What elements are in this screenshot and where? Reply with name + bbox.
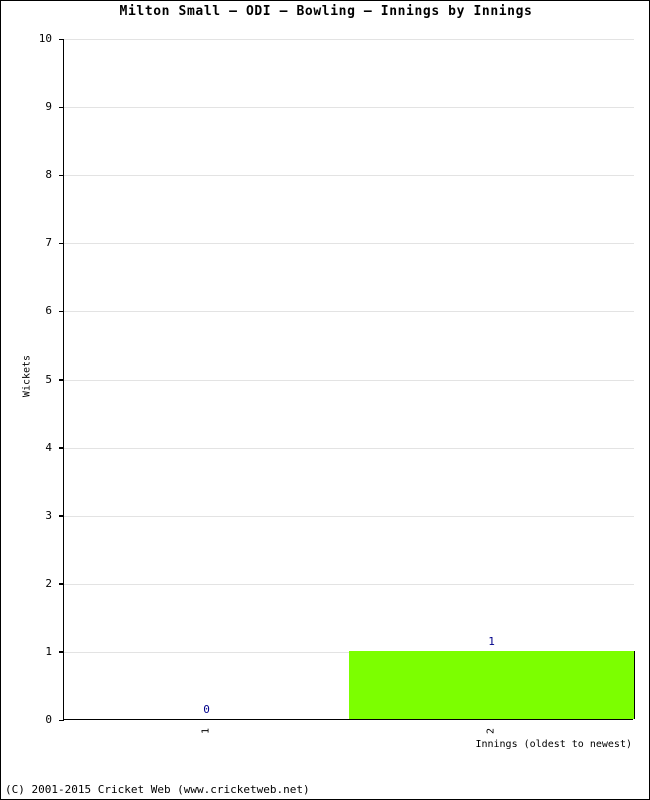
y-axis-tick-label: 9 xyxy=(45,100,52,114)
bar: 0 xyxy=(64,38,349,719)
x-axis-tick: 1 xyxy=(200,723,211,747)
y-axis-tick-label: 2 xyxy=(45,576,52,590)
bar-rect xyxy=(349,650,635,719)
y-axis-tick-label: 10 xyxy=(38,32,52,45)
x-axis-title: Innings (oldest to newest) xyxy=(475,739,632,750)
footer-copyright: (C) 2001-2015 Cricket Web (www.cricketwe… xyxy=(5,783,310,796)
chart-page: Milton Small – ODI – Bowling – Innings b… xyxy=(0,0,650,800)
x-axis-tick-label: 2 xyxy=(485,727,496,735)
y-axis-tick-label: 0 xyxy=(45,713,52,726)
x-axis-tick-label: 1 xyxy=(200,727,211,735)
y-axis-tick xyxy=(59,719,64,721)
page-title: Milton Small – ODI – Bowling – Innings b… xyxy=(119,4,533,19)
y-axis-tick-label: 4 xyxy=(45,440,52,454)
y-axis-tick-label: 5 xyxy=(45,372,52,386)
y-axis-tick-label: 8 xyxy=(45,168,52,182)
bar-value-label: 1 xyxy=(488,634,495,648)
plot-area: 01 xyxy=(59,38,635,721)
bar: 1 xyxy=(349,38,635,719)
y-axis-tick-label: 7 xyxy=(45,236,52,250)
y-axis-tick-label: 1 xyxy=(45,644,52,658)
y-axis-tick-label: 6 xyxy=(45,304,52,318)
y-axis-tick-label: 3 xyxy=(45,508,52,522)
bar-value-label: 0 xyxy=(203,703,210,716)
